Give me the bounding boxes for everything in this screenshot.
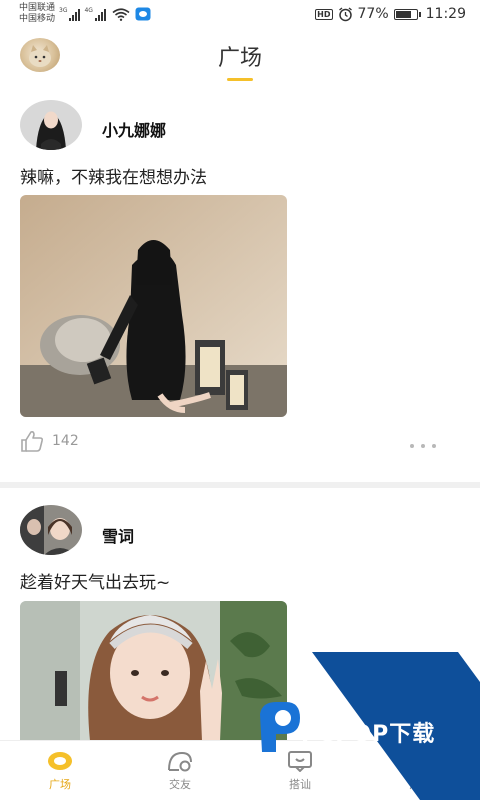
like-button[interactable]: 142 (20, 430, 79, 452)
nav-label-chat: 搭讪 (289, 777, 311, 791)
clock-time: 11:29 (425, 6, 466, 22)
message-icon (409, 752, 431, 771)
friends-icon (168, 751, 192, 771)
post-image[interactable] (20, 601, 287, 741)
nav-item-chat[interactable]: 搭讪 (240, 741, 360, 800)
status-bar: 中国联通 中国移动 3G 4G HD 77% 11:29 (0, 0, 480, 28)
title-underline (227, 78, 253, 81)
nav-item-messages[interactable]: 消息 (360, 741, 480, 800)
post-card: 雪词 趁着好天气出去玩~ (0, 488, 480, 748)
battery-percent: 77% (357, 6, 389, 22)
bottom-nav: 广场 交友 搭讪 消息 (0, 740, 480, 800)
thumbs-up-icon (21, 431, 44, 452)
post-text: 趁着好天气出去玩~ (20, 573, 171, 593)
alarm-icon (338, 6, 352, 21)
carrier-2: 中国移动 (19, 14, 56, 24)
status-right: HD 77% 11:29 (315, 6, 466, 22)
nav-label-friends: 交友 (169, 777, 191, 791)
chat-icon (288, 750, 312, 772)
signal-3g-icon: 3G (59, 7, 81, 21)
post-author-avatar[interactable] (20, 100, 82, 150)
page-header: 广场 (0, 30, 480, 90)
app-notification-icon (135, 7, 151, 21)
hd-badge: HD (315, 8, 333, 20)
net-label-1: 3G (59, 7, 68, 14)
page-title: 广场 (217, 46, 262, 71)
post-author-avatar[interactable] (20, 505, 82, 555)
battery-fill (395, 10, 412, 18)
signal-4g-icon: 4G (84, 7, 106, 21)
carrier-names: 中国联通 中国移动 (19, 3, 55, 25)
nav-item-friends[interactable]: 交友 (120, 741, 240, 800)
carrier-1: 中国联通 (19, 3, 56, 13)
like-count: 142 (52, 433, 79, 449)
post-author-name[interactable]: 小九娜娜 (102, 117, 166, 141)
net-label-2: 4G (84, 7, 93, 14)
post-text: 辣嘛，不辣我在想想办法 (20, 168, 207, 188)
nav-label-plaza: 广场 (49, 777, 71, 791)
wifi-icon (112, 7, 130, 21)
plaza-icon (48, 751, 72, 770)
nav-item-plaza[interactable]: 广场 (0, 741, 120, 800)
battery-icon (393, 8, 421, 20)
more-options-icon[interactable] (410, 444, 436, 448)
post-author-name[interactable]: 雪词 (102, 523, 134, 547)
post-card: 小九娜娜 辣嘛，不辣我在想想办法 142 (0, 90, 480, 482)
nav-label-messages: 消息 (409, 777, 431, 791)
post-image[interactable] (20, 195, 287, 417)
